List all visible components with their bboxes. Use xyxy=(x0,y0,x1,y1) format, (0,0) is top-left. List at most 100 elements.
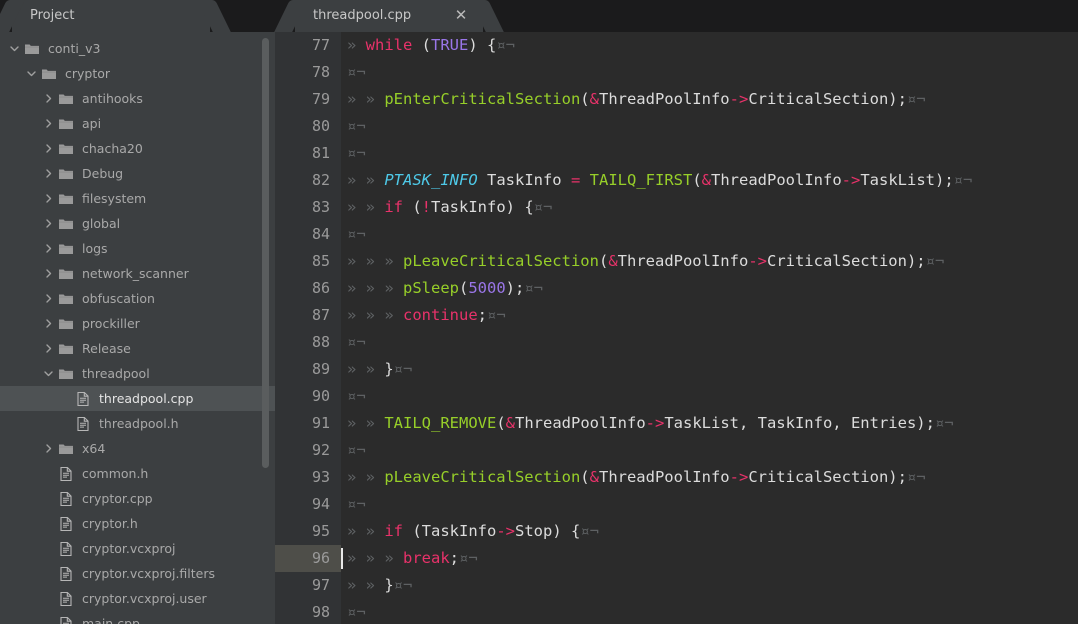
code-line[interactable]: 80 ¤¬ xyxy=(275,113,1078,140)
code-editor[interactable]: 77» while (TRUE) {¤¬ 78 ¤¬ 79» » pEnterCrit… xyxy=(275,32,1078,624)
tree-item-cryptor-vcxproj-filters[interactable]: cryptor.vcxproj.filters xyxy=(0,561,275,586)
close-icon[interactable]: ✕ xyxy=(453,8,469,24)
tree-item-cryptor-vcxproj[interactable]: cryptor.vcxproj xyxy=(0,536,275,561)
code-token: ¤¬ xyxy=(906,468,926,486)
chevron-right-icon[interactable] xyxy=(42,442,55,455)
tree-item-release[interactable]: Release xyxy=(0,336,275,361)
line-number: 97 xyxy=(311,576,330,594)
code-line[interactable]: 86 » » » pSleep(5000);¤¬ xyxy=(275,275,1078,302)
chevron-right-icon[interactable] xyxy=(42,342,55,355)
tree-item-threadpool[interactable]: threadpool xyxy=(0,361,275,386)
tree-item-label: api xyxy=(82,116,102,131)
code-token: » » xyxy=(347,198,385,216)
line-number: 80 xyxy=(311,117,330,135)
code-text: ¤¬ xyxy=(341,140,1078,167)
tree-item-conti-v3[interactable]: conti_v3 xyxy=(0,36,275,61)
code-line[interactable]: 82 » » PTASK_INFO TaskInfo = TAILQ_FIRST(… xyxy=(275,167,1078,194)
code-line[interactable]: 90 ¤¬ xyxy=(275,383,1078,410)
code-line[interactable]: 78 ¤¬ xyxy=(275,59,1078,86)
line-number: 84 xyxy=(311,225,330,243)
chevron-right-icon[interactable] xyxy=(42,267,55,280)
code-line[interactable]: 95 » » if (TaskInfo->Stop) {¤¬ xyxy=(275,518,1078,545)
tree-item-cryptor-h[interactable]: cryptor.h xyxy=(0,511,275,536)
chevron-right-icon[interactable] xyxy=(42,292,55,305)
code-token: = xyxy=(570,171,581,189)
tree-item-label: obfuscation xyxy=(82,291,155,306)
code-line[interactable]: 92 ¤¬ xyxy=(275,437,1078,464)
code-line[interactable]: 77 » while (TRUE) {¤¬ xyxy=(275,32,1078,59)
tree-item-prockiller[interactable]: prockiller xyxy=(0,311,275,336)
code-token: -> xyxy=(729,90,749,108)
sidebar-scrollbar[interactable] xyxy=(262,38,269,468)
code-line[interactable]: 88 ¤¬ xyxy=(275,329,1078,356)
folder-icon xyxy=(24,41,40,57)
code-line[interactable]: 94 ¤¬ xyxy=(275,491,1078,518)
code-text: » » pEnterCriticalSection(&ThreadPoolInf… xyxy=(341,86,1078,113)
code-line[interactable]: 96» » » break;¤¬ xyxy=(275,545,1078,572)
chevron-right-icon[interactable] xyxy=(42,317,55,330)
code-line[interactable]: 83 » » if (!TaskInfo) {¤¬ xyxy=(275,194,1078,221)
tree-item-chacha20[interactable]: chacha20 xyxy=(0,136,275,161)
tree-item-label: main.cpp xyxy=(82,616,140,624)
tree-item-logs[interactable]: logs xyxy=(0,236,275,261)
tree-item-label: threadpool xyxy=(82,366,150,381)
chevron-right-icon[interactable] xyxy=(42,192,55,205)
code-line[interactable]: 93 » » pLeaveCriticalSection(&ThreadPoolI… xyxy=(275,464,1078,491)
tree-item-network-scanner[interactable]: network_scanner xyxy=(0,261,275,286)
tree-item-antihooks[interactable]: antihooks xyxy=(0,86,275,111)
folder-icon xyxy=(58,216,74,232)
code-token: ¤¬ xyxy=(347,603,366,621)
tree-item-obfuscation[interactable]: obfuscation xyxy=(0,286,275,311)
tree-item-main-cpp[interactable]: main.cpp xyxy=(0,611,275,624)
chevron-right-icon[interactable] xyxy=(42,92,55,105)
code-token: ¤¬ xyxy=(580,522,599,540)
chevron-right-icon[interactable] xyxy=(42,217,55,230)
tab-project[interactable]: Project xyxy=(12,0,210,32)
line-number: 98 xyxy=(311,603,330,621)
tree-item-global[interactable]: global xyxy=(0,211,275,236)
code-token: } xyxy=(384,360,394,378)
tab-threadpool-cpp[interactable]: threadpool.cpp ✕ xyxy=(295,0,483,32)
folder-icon xyxy=(58,141,74,157)
tree-item-cryptor[interactable]: cryptor xyxy=(0,61,275,86)
code-line[interactable]: 85 » » » pLeaveCriticalSection(&ThreadPoo… xyxy=(275,248,1078,275)
tree-item-filesystem[interactable]: filesystem xyxy=(0,186,275,211)
tree-item-threadpool-h[interactable]: threadpool.h xyxy=(0,411,275,436)
code-line[interactable]: 89 » » }¤¬ xyxy=(275,356,1078,383)
code-line[interactable]: 79 » » pEnterCriticalSection(&ThreadPoolI… xyxy=(275,86,1078,113)
code-token: ¤¬ xyxy=(393,576,413,594)
code-line[interactable]: 84 ¤¬ xyxy=(275,221,1078,248)
code-token: TaskList, TaskInfo, Entries); xyxy=(664,414,935,432)
code-line[interactable]: 91 » » TAILQ_REMOVE(&ThreadPoolInfo->Task… xyxy=(275,410,1078,437)
tree-item-x64[interactable]: x64 xyxy=(0,436,275,461)
chevron-down-icon[interactable] xyxy=(42,367,55,380)
tree-item-cryptor-cpp[interactable]: cryptor.cpp xyxy=(0,486,275,511)
code-line[interactable]: 98 ¤¬ xyxy=(275,599,1078,624)
code-line[interactable]: 87 » » » continue;¤¬ xyxy=(275,302,1078,329)
code-line[interactable]: 97 » » }¤¬ xyxy=(275,572,1078,599)
chevron-right-icon[interactable] xyxy=(42,242,55,255)
tree-item-threadpool-cpp[interactable]: threadpool.cpp xyxy=(0,386,275,411)
tree-item-api[interactable]: api xyxy=(0,111,275,136)
code-token: Stop) { xyxy=(515,522,581,540)
code-token: ; xyxy=(477,306,487,324)
code-token: ¤¬ xyxy=(347,387,366,405)
code-token: -> xyxy=(748,252,767,270)
code-token: ¤¬ xyxy=(524,279,544,297)
chevron-right-icon[interactable] xyxy=(42,117,55,130)
code-line[interactable]: 81 ¤¬ xyxy=(275,140,1078,167)
code-text: ¤¬ xyxy=(341,221,1078,248)
file-icon xyxy=(58,616,74,624)
code-token: -> xyxy=(841,171,861,189)
tree-item-debug[interactable]: Debug xyxy=(0,161,275,186)
chevron-down-icon[interactable] xyxy=(8,42,21,55)
chevron-down-icon[interactable] xyxy=(25,67,38,80)
code-token: CriticalSection); xyxy=(748,468,907,486)
tree-item-cryptor-vcxproj-user[interactable]: cryptor.vcxproj.user xyxy=(0,586,275,611)
chevron-right-icon[interactable] xyxy=(42,142,55,155)
chevron-right-icon[interactable] xyxy=(42,167,55,180)
code-token: ¤¬ xyxy=(459,549,478,567)
line-number: 77 xyxy=(311,36,330,54)
tree-item-label: global xyxy=(82,216,121,231)
tree-item-common-h[interactable]: common.h xyxy=(0,461,275,486)
